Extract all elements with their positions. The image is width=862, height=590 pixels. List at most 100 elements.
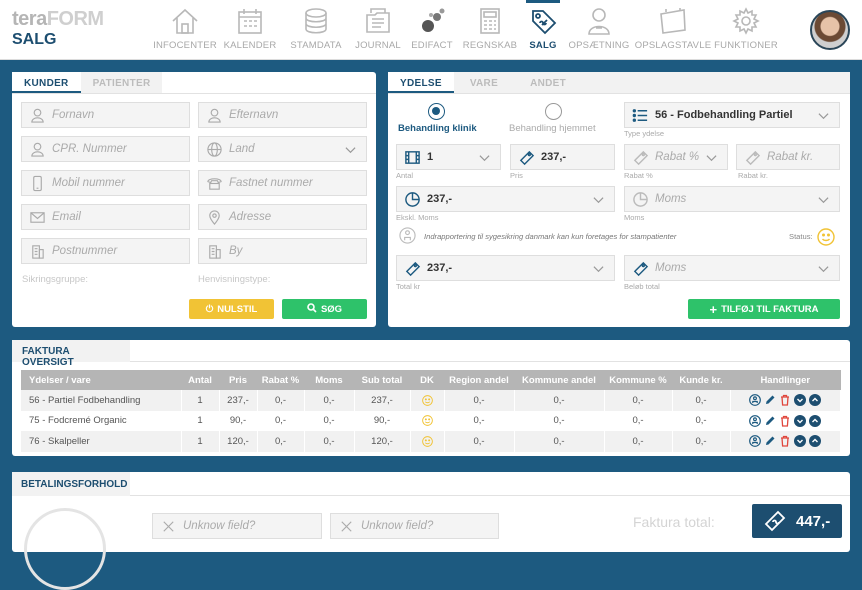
cell-municipality-pct: 0,- <box>604 410 673 431</box>
lastname-field[interactable]: Efternavn <box>198 102 367 128</box>
excl-vat-label: Ekskl. Moms <box>396 213 439 222</box>
trash-icon[interactable] <box>779 435 791 447</box>
col-header: DK <box>410 370 444 390</box>
add-to-invoice-button[interactable]: + TILFØJ TIL FAKTURA <box>688 299 840 319</box>
gear-icon <box>732 7 760 35</box>
smiley-icon <box>421 435 433 447</box>
referral-type-label[interactable]: Henvisningstype: <box>198 274 270 285</box>
person-icon <box>22 137 52 161</box>
radio-label-hjemmet[interactable]: Behandling hjemmet <box>509 123 596 134</box>
chevron-down-icon <box>593 197 604 204</box>
cpr-field[interactable]: CPR. Nummer <box>21 136 190 162</box>
cell-customer-kr: 0,- <box>672 390 731 411</box>
person-info-icon[interactable] <box>749 394 762 407</box>
nav-funktioner[interactable]: FUNKTIONER <box>712 0 780 60</box>
chevron-down-icon <box>345 147 356 154</box>
chevron-down-icon <box>706 155 717 162</box>
col-header: Pris <box>219 370 257 390</box>
tab-vare[interactable]: VARE <box>453 72 515 93</box>
tab-ydelse[interactable]: YDELSE <box>388 72 454 93</box>
trash-icon[interactable] <box>779 415 791 427</box>
service-panel: YDELSE VARE ANDET Behandling klinik Beha… <box>388 72 850 327</box>
chevron-up-circle-icon[interactable] <box>809 435 822 448</box>
tab-andet[interactable]: ANDET <box>514 72 850 93</box>
address-field[interactable]: Adresse <box>198 204 367 230</box>
amount-total-select[interactable]: Moms <box>624 255 840 281</box>
quantity-select[interactable]: 1 <box>396 144 501 170</box>
service-type-select[interactable]: 56 - Fodbehandling Partiel <box>624 102 840 128</box>
person-info-icon[interactable] <box>749 435 762 448</box>
table-row[interactable]: 56 - Partiel Fodbehandling 1 237,- 0,- 0… <box>21 390 841 411</box>
discount-kr-label: Rabat kr. <box>738 171 769 180</box>
radio-behandling-klinik[interactable] <box>428 103 445 120</box>
total-value: 237,- <box>427 262 453 274</box>
trash-icon[interactable] <box>779 394 791 406</box>
unknown-field-1[interactable]: Unknow field? <box>152 513 322 539</box>
cell-actions <box>730 410 841 431</box>
excl-vat-select[interactable]: 237,- <box>396 186 615 212</box>
unknown-field-2[interactable]: Unknow field? <box>330 513 499 539</box>
radio-label-klinik[interactable]: Behandling klinik <box>398 123 477 134</box>
edit-pencil-icon[interactable] <box>764 415 776 427</box>
nav-opsaetning[interactable]: OPSÆTNING <box>564 0 634 60</box>
insurance-group-label[interactable]: Sikringsgruppe: <box>22 274 88 285</box>
mobile-field[interactable]: Mobil nummer <box>21 170 190 196</box>
radio-behandling-hjemmet[interactable] <box>545 103 562 120</box>
reset-button[interactable]: ⏻ NULSTIL <box>189 299 274 319</box>
service-type-value: 56 - Fodbehandling Partiel <box>655 109 793 121</box>
search-button[interactable]: SØG <box>282 299 367 319</box>
cell-municipality: 0,- <box>514 431 605 452</box>
nav-infocenter[interactable]: INFOCENTER <box>152 0 218 60</box>
cell-vat: 0,- <box>304 410 355 431</box>
journal-icon <box>366 8 390 33</box>
nav-stamdata[interactable]: STAMDATA <box>282 0 350 60</box>
person-info-icon[interactable] <box>749 414 762 427</box>
plus-icon: + <box>709 301 718 317</box>
reset-label: NULSTIL <box>217 303 258 315</box>
chevron-up-circle-icon[interactable] <box>809 414 822 427</box>
info-person-icon <box>399 227 416 244</box>
zip-field[interactable]: Postnummer <box>21 238 190 264</box>
nav-label: OPSÆTNING <box>568 40 630 51</box>
table-row[interactable]: 75 - Fodcremé Organic 1 90,- 0,- 0,- 90,… <box>21 410 841 431</box>
nav-opslagstavle[interactable]: OPSLAGSTAVLE <box>634 0 712 60</box>
discount-pct-select[interactable]: Rabat % <box>624 144 728 170</box>
table-row[interactable]: 76 - Skalpeller 1 120,- 0,- 0,- 120,- 0,… <box>21 431 841 452</box>
cell-discount: 0,- <box>257 410 305 431</box>
chevron-down-icon <box>479 155 490 162</box>
firstname-field[interactable]: Fornavn <box>21 102 190 128</box>
vat-select[interactable]: Moms <box>624 186 840 212</box>
edit-pencil-icon[interactable] <box>764 394 776 406</box>
city-field[interactable]: By <box>198 238 367 264</box>
cell-municipality: 0,- <box>514 410 605 431</box>
tab-kunder[interactable]: KUNDER <box>12 72 81 93</box>
landline-field[interactable]: Fastnet nummer <box>198 170 367 196</box>
invoice-total-label: Faktura total: <box>633 514 715 530</box>
chevron-down-circle-icon[interactable] <box>794 394 807 407</box>
price-value: 237,- <box>541 151 567 163</box>
brand-logo[interactable]: teraFORM <box>12 8 104 30</box>
brand-name-bold: FORM <box>46 8 104 30</box>
chevron-up-circle-icon[interactable] <box>809 394 822 407</box>
discount-kr-field[interactable]: Rabat kr. <box>736 144 840 170</box>
house-icon <box>172 8 198 34</box>
nav-salg[interactable]: SALG <box>522 0 564 60</box>
nav-journal[interactable]: JOURNAL <box>350 0 406 60</box>
chevron-down-circle-icon[interactable] <box>794 414 807 427</box>
cell-customer-kr: 0,- <box>672 431 731 452</box>
nav-kalender[interactable]: KALENDER <box>218 0 282 60</box>
cell-price: 120,- <box>219 431 258 452</box>
nav-edifact[interactable]: EDIFACT <box>406 0 458 60</box>
email-field[interactable]: Email <box>21 204 190 230</box>
total-select[interactable]: 237,- <box>396 255 615 281</box>
edit-pencil-icon[interactable] <box>764 435 776 447</box>
avatar[interactable] <box>810 10 850 50</box>
tab-patienter[interactable]: PATIENTER <box>80 72 163 93</box>
smiley-icon <box>421 394 433 406</box>
country-select[interactable]: Land <box>198 136 367 162</box>
cell-municipality-pct: 0,- <box>604 431 673 452</box>
chevron-down-circle-icon[interactable] <box>794 435 807 448</box>
nav-regnskab[interactable]: REGNSKAB <box>458 0 522 60</box>
price-field[interactable]: 237,- <box>510 144 615 170</box>
brand-name-light: tera <box>12 8 47 30</box>
